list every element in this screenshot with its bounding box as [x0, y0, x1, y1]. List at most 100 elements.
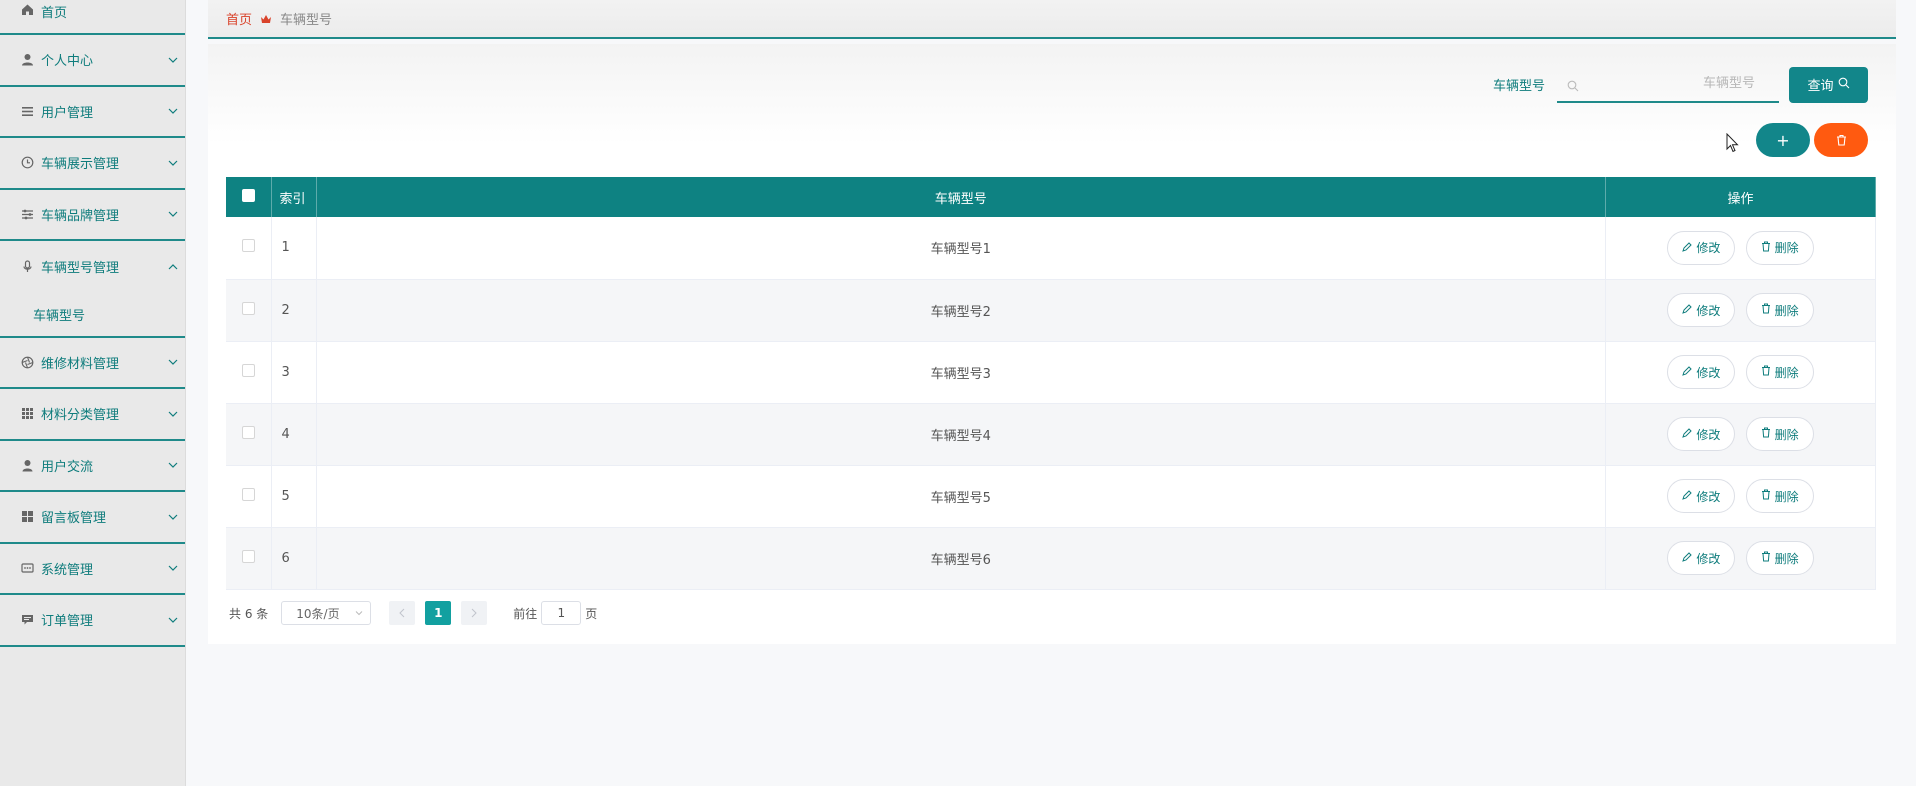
row-model: 车辆型号1 — [316, 217, 1606, 280]
comment-icon — [20, 613, 34, 627]
edit-label: 修改 — [1696, 303, 1721, 318]
goto-suffix: 页 — [585, 606, 598, 621]
sidebar-item-label: 维修材料管理 — [41, 356, 120, 372]
sidebar-item-user-exchange[interactable]: 用户交流 — [0, 441, 185, 492]
chevron-down-icon — [168, 617, 178, 623]
row-model: 车辆型号4 — [316, 403, 1606, 466]
table-row: 5 车辆型号5 修改 删除 — [226, 465, 1876, 528]
edit-icon — [1682, 241, 1693, 255]
aperture-icon — [20, 355, 34, 369]
chevron-up-icon — [168, 263, 178, 270]
microphone-icon — [20, 260, 34, 274]
sidebar-item-repair-materials[interactable]: 维修材料管理 — [0, 338, 185, 389]
sidebar-item-vehicle-model[interactable]: 车辆型号管理 — [0, 241, 185, 293]
edit-button[interactable]: 修改 — [1667, 541, 1736, 575]
delete-icon — [1836, 131, 1847, 150]
search-icon — [1567, 77, 1579, 96]
chevron-left-icon — [399, 608, 405, 618]
page-number-current[interactable]: 1 — [425, 601, 452, 625]
sidebar-item-personal-center[interactable]: 个人中心 — [0, 35, 185, 87]
edit-icon — [1682, 365, 1693, 379]
row-checkbox[interactable] — [241, 487, 255, 501]
column-header-operations: 操作 — [1605, 177, 1876, 217]
search-input[interactable] — [1589, 76, 1769, 91]
chevron-down-icon — [168, 108, 178, 115]
sidebar-item-label: 车辆型号管理 — [41, 261, 120, 277]
menu-icon — [20, 104, 34, 118]
table-row: 6 车辆型号6 修改 删除 — [226, 527, 1876, 590]
sidebar-item-home[interactable]: 首页 — [0, 0, 185, 35]
delete-label: 删除 — [1774, 489, 1799, 504]
breadcrumb: 首页 车辆型号 — [208, 0, 1896, 39]
table-row: 4 车辆型号4 修改 删除 — [226, 403, 1876, 466]
prev-page-button[interactable] — [389, 601, 416, 625]
row-model: 车辆型号3 — [316, 341, 1606, 404]
edit-icon — [1682, 303, 1693, 317]
row-index: 6 — [271, 527, 317, 590]
sidebar-subitem-vehicle-model[interactable]: 车辆型号 — [0, 293, 185, 338]
mouse-cursor-icon — [1726, 132, 1740, 157]
action-buttons: + — [1756, 123, 1868, 157]
sidebar-item-order-management[interactable]: 订单管理 — [0, 595, 185, 647]
sidebar-subitem-label: 车辆型号 — [33, 308, 86, 324]
delete-button[interactable]: 删除 — [1745, 541, 1814, 575]
edit-button[interactable]: 修改 — [1667, 230, 1736, 265]
breadcrumb-home-link[interactable]: 首页 — [226, 9, 252, 28]
search-button-label: 查询 — [1807, 79, 1834, 94]
column-header-model: 车辆型号 — [316, 177, 1606, 217]
delete-button[interactable]: 删除 — [1745, 230, 1814, 265]
row-checkbox[interactable] — [241, 239, 255, 253]
edit-label: 修改 — [1696, 365, 1721, 380]
sidebar-item-label: 个人中心 — [41, 54, 94, 70]
user-icon — [20, 53, 34, 67]
chevron-down-icon — [168, 514, 178, 520]
chevron-down-icon — [168, 462, 178, 469]
sidebar-item-user-management[interactable]: 用户管理 — [0, 87, 185, 138]
delete-label: 删除 — [1774, 241, 1799, 256]
sidebar-item-label: 首页 — [41, 6, 68, 21]
goto-prefix: 前往 — [513, 606, 538, 621]
delete-button[interactable]: 删除 — [1745, 417, 1814, 451]
sidebar-item-message-board[interactable]: 留言板管理 — [0, 492, 185, 544]
sidebar-item-label: 用户管理 — [41, 105, 94, 121]
home-icon — [20, 2, 34, 16]
search-label: 车辆型号 — [1492, 79, 1545, 94]
sidebar-item-material-category[interactable]: 材料分类管理 — [0, 389, 185, 441]
edit-button[interactable]: 修改 — [1667, 479, 1736, 513]
trash-icon — [1761, 241, 1771, 255]
delete-button[interactable]: 删除 — [1745, 479, 1814, 513]
person-icon — [20, 458, 34, 472]
edit-button[interactable]: 修改 — [1667, 293, 1736, 327]
chevron-right-icon — [471, 608, 477, 618]
row-index: 4 — [271, 403, 317, 466]
trash-icon — [1761, 303, 1771, 317]
page-size-select[interactable]: 10条/页 — [281, 601, 372, 625]
table-row: 2 车辆型号2 修改 删除 — [226, 279, 1876, 342]
add-button[interactable]: + — [1756, 123, 1810, 157]
row-checkbox[interactable] — [241, 363, 255, 377]
sidebar-item-label: 车辆品牌管理 — [41, 208, 120, 224]
row-checkbox[interactable] — [241, 425, 255, 439]
trash-icon — [1761, 365, 1771, 379]
row-checkbox[interactable] — [241, 549, 255, 563]
data-table: 索引 车辆型号 操作 1 车辆型号1 修改 删除 2 车辆型号2 修改 删除 3 — [226, 177, 1876, 590]
chevron-down-icon — [355, 611, 363, 616]
sidebar-item-system-management[interactable]: 系统管理 — [0, 544, 185, 595]
sidebar-item-label: 系统管理 — [41, 562, 94, 578]
select-all-checkbox[interactable] — [226, 177, 272, 217]
delete-button[interactable]: 删除 — [1745, 293, 1814, 327]
search-button[interactable]: 查询 — [1789, 66, 1868, 103]
table-header-row: 索引 车辆型号 操作 — [226, 177, 1876, 217]
batch-delete-button[interactable] — [1814, 123, 1868, 157]
goto-page-input[interactable] — [541, 601, 582, 625]
sidebar-item-vehicle-display[interactable]: 车辆展示管理 — [0, 138, 185, 190]
row-checkbox[interactable] — [241, 301, 255, 315]
edit-button[interactable]: 修改 — [1667, 355, 1736, 389]
sidebar-item-vehicle-brand[interactable]: 车辆品牌管理 — [0, 190, 185, 241]
delete-label: 删除 — [1774, 551, 1799, 566]
edit-button[interactable]: 修改 — [1667, 417, 1736, 451]
trash-icon — [1761, 489, 1771, 503]
delete-button[interactable]: 删除 — [1745, 355, 1814, 389]
next-page-button[interactable] — [461, 601, 488, 625]
sliders-icon — [20, 207, 34, 221]
